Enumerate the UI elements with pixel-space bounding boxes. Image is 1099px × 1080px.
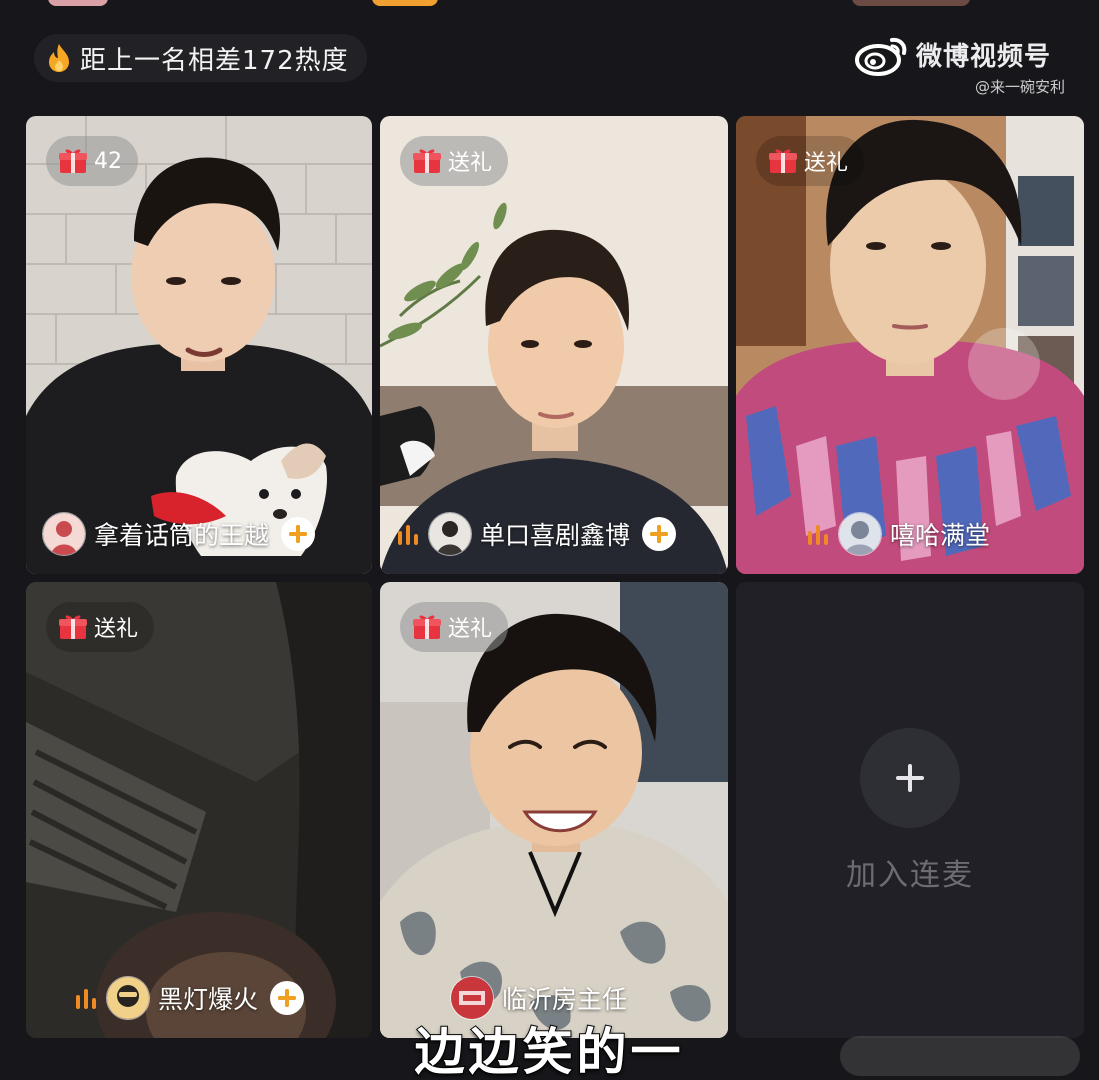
gift-badge[interactable]: 42 xyxy=(46,136,138,186)
gift-badge-label: 42 xyxy=(94,148,122,174)
join-co-host-slot[interactable]: 加入连麦 xyxy=(736,582,1084,1038)
guest-tile-2[interactable]: 送礼 单口喜剧鑫博 xyxy=(380,116,728,574)
avatar[interactable] xyxy=(42,512,86,556)
host-bar: 嘻哈满堂 xyxy=(806,512,990,556)
gift-badge[interactable]: 送礼 xyxy=(400,602,509,652)
avatar[interactable] xyxy=(428,512,472,556)
live-multi-guest-screen: 距上一名相差172热度 微博视频号 @来一碗安利 42 拿着话筒的王越 送礼 单… xyxy=(0,0,1099,1080)
follow-button[interactable] xyxy=(270,981,305,1015)
gift-badge[interactable]: 送礼 xyxy=(46,602,155,652)
top-strip xyxy=(0,0,1099,12)
weibo-icon xyxy=(855,37,907,76)
gift-icon xyxy=(413,149,441,173)
host-name[interactable]: 临沂房主任 xyxy=(502,980,627,1016)
gift-icon xyxy=(413,615,441,639)
speaking-indicator-icon xyxy=(398,525,418,545)
plus-icon xyxy=(896,764,924,792)
gift-badge[interactable]: 送礼 xyxy=(756,136,865,186)
speaking-indicator-icon xyxy=(76,989,96,1009)
top-badge-fragment xyxy=(372,0,438,6)
gift-badge-label: 送礼 xyxy=(448,617,493,642)
gift-icon xyxy=(59,615,87,639)
heat-gap-banner: 距上一名相差172热度 xyxy=(34,34,367,82)
follow-button[interactable] xyxy=(281,517,316,551)
host-name[interactable]: 黑灯爆火 xyxy=(158,980,258,1016)
flame-icon xyxy=(49,44,69,72)
weibo-watermark: 微博视频号 @来一碗安利 xyxy=(854,34,1069,98)
guest-tile-5[interactable]: 送礼 临沂房主任 xyxy=(380,582,728,1038)
host-name[interactable]: 单口喜剧鑫博 xyxy=(480,516,630,552)
guest-tile-1[interactable]: 42 拿着话筒的王越 xyxy=(26,116,372,574)
join-co-host-button[interactable] xyxy=(860,728,960,828)
host-bar: 拿着话筒的王越 xyxy=(42,512,316,556)
gift-icon xyxy=(59,149,87,173)
host-bar: 单口喜剧鑫博 xyxy=(396,512,677,556)
watermark-handle: @来一碗安利 xyxy=(974,78,1065,96)
heat-gap-text: 距上一名相差172热度 xyxy=(80,45,349,76)
host-name[interactable]: 嘻哈满堂 xyxy=(890,516,990,552)
plus-icon xyxy=(650,525,669,543)
gift-badge-label: 送礼 xyxy=(804,151,849,176)
guest-tile-3[interactable]: 送礼 嘻哈满堂 xyxy=(736,116,1084,574)
plus-icon xyxy=(289,525,308,543)
gift-icon xyxy=(769,149,797,173)
guest-tile-4[interactable]: 送礼 黑灯爆火 xyxy=(26,582,372,1038)
follow-button[interactable] xyxy=(642,517,677,551)
blurred-corner-overlay xyxy=(840,1036,1080,1076)
plus-icon xyxy=(278,989,297,1007)
gift-badge-label: 送礼 xyxy=(94,617,139,642)
watermark-title: 微博视频号 xyxy=(916,42,1052,72)
speaking-indicator-icon xyxy=(808,525,828,545)
top-button-fragment xyxy=(852,0,970,6)
gift-badge[interactable]: 送礼 xyxy=(400,136,509,186)
top-avatar-fragment xyxy=(48,0,108,6)
gift-badge-label: 送礼 xyxy=(448,151,493,176)
avatar[interactable] xyxy=(838,512,882,556)
host-name[interactable]: 拿着话筒的王越 xyxy=(94,516,269,552)
join-co-host-label: 加入连麦 xyxy=(846,858,974,893)
